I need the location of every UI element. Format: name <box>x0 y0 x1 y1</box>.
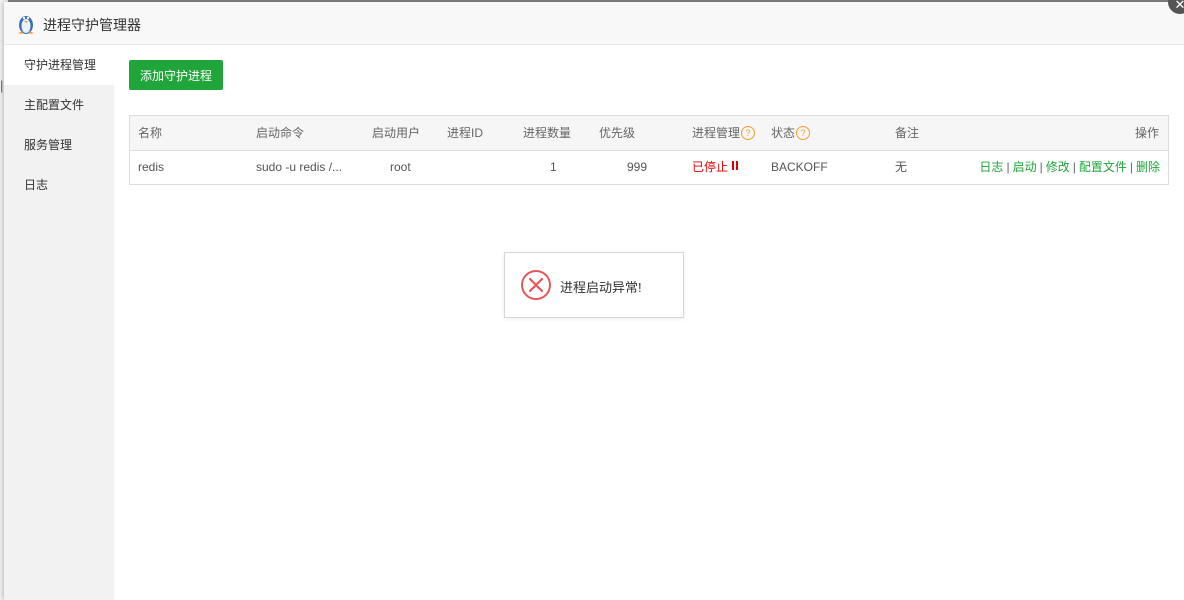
sidebar-item-logs[interactable]: 日志 <box>4 165 114 205</box>
header-note: 备注 <box>895 126 920 140</box>
stopped-status-link[interactable]: 已停止 <box>692 160 728 174</box>
header-actions: 操作 <box>1135 126 1160 140</box>
cell-name: redis <box>138 160 165 174</box>
cell-count: 1 <box>550 160 557 174</box>
action-separator: | <box>1006 160 1010 174</box>
help-icon[interactable]: ? <box>741 125 756 140</box>
header-status-label: 状态 <box>771 126 796 140</box>
dialog-titlebar: 进程守护管理器 <box>4 2 1184 45</box>
action-separator: | <box>1129 160 1133 174</box>
linux-penguin-icon <box>18 16 34 34</box>
main-content: 添加守护进程 名称 启动命令 启动用户 进程ID 进程数量 优先级 进程管理? … <box>114 45 1184 600</box>
dialog-title: 进程守护管理器 <box>43 17 141 33</box>
cell-user: root <box>390 160 411 174</box>
header-count: 进程数量 <box>523 126 572 140</box>
header-name: 名称 <box>138 126 163 140</box>
sidebar-item-main-config[interactable]: 主配置文件 <box>4 85 114 125</box>
process-table: 名称 启动命令 启动用户 进程ID 进程数量 优先级 进程管理? 状态? 备注 … <box>129 115 1169 185</box>
cell-manage[interactable]: 已停止 <box>692 151 740 184</box>
toast-message: 进程启动异常! <box>560 280 642 295</box>
log-link[interactable]: 日志 <box>979 160 1003 174</box>
header-status: 状态? <box>771 116 811 150</box>
table-row: redis sudo -u redis /... root 1 999 已停止 … <box>130 151 1168 184</box>
cell-priority: 999 <box>627 160 648 174</box>
pause-icon[interactable] <box>732 150 740 183</box>
delete-link[interactable]: 删除 <box>1136 160 1160 174</box>
cell-note: 无 <box>895 160 908 174</box>
action-separator: | <box>1039 160 1043 174</box>
config-file-link[interactable]: 配置文件 <box>1079 160 1127 174</box>
sidebar-item-service-management[interactable]: 服务管理 <box>4 125 114 165</box>
header-command: 启动命令 <box>256 126 305 140</box>
start-link[interactable]: 启动 <box>1013 160 1037 174</box>
error-circle-icon <box>521 270 551 300</box>
header-manage: 进程管理? <box>692 116 756 150</box>
error-toast: 进程启动异常! <box>504 252 684 318</box>
table-header-row: 名称 启动命令 启动用户 进程ID 进程数量 优先级 进程管理? 状态? 备注 … <box>130 116 1168 151</box>
header-manage-label: 进程管理 <box>692 126 741 140</box>
edit-link[interactable]: 修改 <box>1046 160 1070 174</box>
add-daemon-button[interactable]: 添加守护进程 <box>129 60 223 90</box>
process-manager-dialog: 进程守护管理器 ✕ 守护进程管理 主配置文件 服务管理 日志 添加守护进程 名称… <box>4 0 1184 600</box>
sidebar: 守护进程管理 主配置文件 服务管理 日志 <box>4 45 114 600</box>
cell-command: sudo -u redis /... <box>256 160 343 174</box>
action-separator: | <box>1072 160 1076 174</box>
sidebar-item-daemon-management[interactable]: 守护进程管理 <box>4 45 114 85</box>
cell-status: BACKOFF <box>771 160 828 174</box>
background-fragment: | <box>0 78 4 93</box>
header-priority: 优先级 <box>599 126 636 140</box>
header-user: 启动用户 <box>372 126 421 140</box>
help-icon[interactable]: ? <box>796 125 811 140</box>
cell-actions: 日志 | 启动 | 修改 | 配置文件 | 删除 <box>979 151 1160 184</box>
header-pid: 进程ID <box>447 126 484 140</box>
